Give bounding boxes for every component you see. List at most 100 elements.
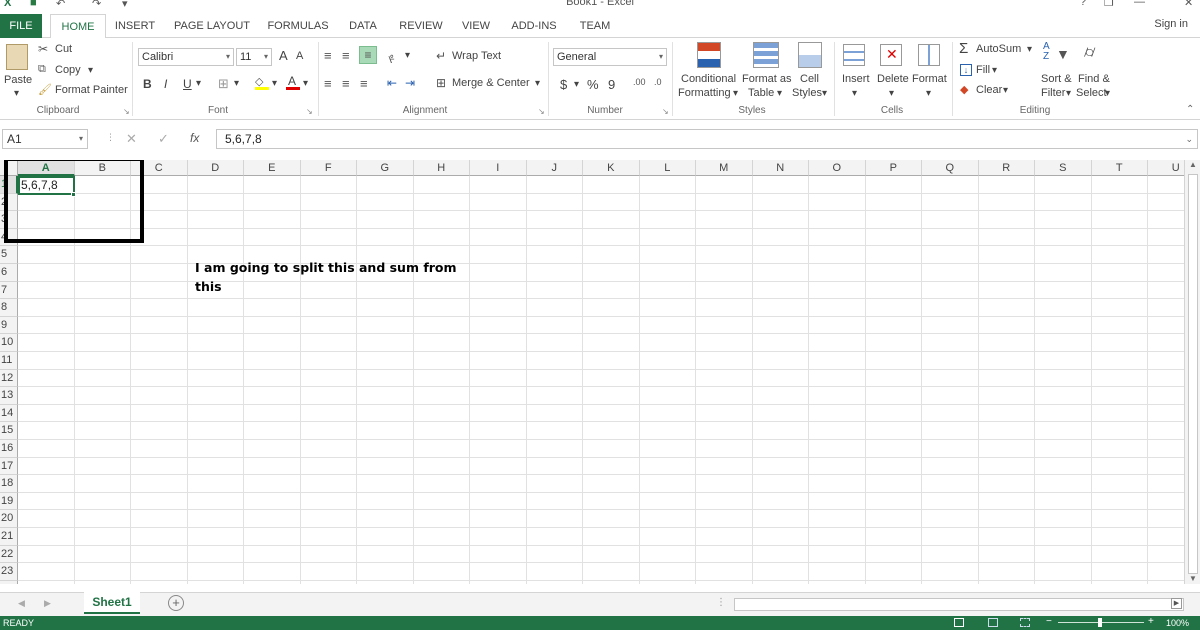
autosum-button[interactable]: AutoSum [976,43,1021,55]
copy-button[interactable]: Copy [55,64,81,76]
currency-button[interactable]: $ [560,77,567,92]
currency-dropdown-icon[interactable]: ▾ [574,79,579,90]
merge-center-button[interactable]: Merge & Center [452,77,530,89]
font-color-dropdown-icon[interactable]: ▾ [303,78,308,89]
font-launcher-icon[interactable]: ↘ [306,107,313,116]
column-header-f[interactable]: F [300,160,357,176]
column-header-t[interactable]: T [1091,160,1148,176]
column-header-d[interactable]: D [187,160,244,176]
font-color-icon[interactable]: A [286,74,300,90]
expand-formula-bar-icon[interactable]: ⌄ [1185,130,1193,148]
borders-dropdown-icon[interactable]: ▾ [234,78,239,89]
insert-function-button[interactable]: fx [190,131,199,145]
column-header-g[interactable]: G [357,160,414,176]
tab-team[interactable]: TEAM [572,14,618,38]
page-break-view-icon[interactable] [1020,618,1030,627]
format-table-dropdown-icon[interactable]: ▾ [777,88,782,99]
format-as-table-label[interactable]: Format as [742,73,792,85]
align-left-icon[interactable]: ≡ [324,76,332,91]
scroll-down-icon[interactable]: ▼ [1189,574,1197,583]
ribbon-display-icon[interactable]: ❐ [1104,0,1114,9]
tab-file[interactable]: FILE [0,14,42,38]
orientation-dropdown-icon[interactable]: ▾ [405,50,410,61]
row-header-9[interactable]: 9 [0,316,18,335]
conditional-formatting-label[interactable]: Conditional [681,73,736,85]
column-header-u[interactable]: U [1148,160,1184,176]
shrink-font-button[interactable]: A [296,50,303,62]
row-header-18[interactable]: 18 [0,475,18,493]
decrease-indent-icon[interactable]: ⇤ [387,76,397,90]
number-launcher-icon[interactable]: ↘ [662,107,669,116]
conditional-formatting-label-2[interactable]: Formatting [678,87,731,99]
minimize-button[interactable]: — [1134,0,1145,8]
collapse-ribbon-icon[interactable]: ⌃ [1186,104,1194,115]
column-header-h[interactable]: H [413,160,470,176]
zoom-level[interactable]: 100% [1166,618,1189,628]
bold-button[interactable]: B [143,77,152,91]
next-sheet-icon[interactable]: ▶ [44,598,51,609]
column-header-j[interactable]: J [526,160,583,176]
column-header-s[interactable]: S [1035,160,1092,176]
format-painter-button[interactable]: Format Painter [55,84,128,96]
align-middle-icon[interactable]: ≡ [342,48,350,63]
clear-button[interactable]: Clear [976,84,1002,96]
row-header-12[interactable]: 12 [0,369,18,388]
tab-data[interactable]: DATA [340,14,386,38]
paste-dropdown-icon[interactable]: ▾ [14,88,19,99]
insert-cells-button[interactable]: Insert [842,73,870,85]
number-format-dropdown[interactable]: General ▾ [553,48,667,66]
format-dropdown-icon[interactable]: ▾ [926,88,931,99]
row-header-5[interactable]: 5 [0,246,18,264]
orientation-icon[interactable]: ᢞ [388,47,395,68]
conditional-dropdown-icon[interactable]: ▾ [733,88,738,99]
horizontal-scrollbar[interactable] [734,598,1184,611]
tab-insert[interactable]: INSERT [108,14,162,38]
row-header-16[interactable]: 16 [0,440,18,458]
new-sheet-button[interactable]: + [168,595,184,611]
font-size-dropdown[interactable]: 11 ▾ [236,48,272,66]
decrease-decimal-icon[interactable]: .0 [654,77,662,87]
help-button[interactable]: ? [1080,0,1086,8]
row-header-23[interactable]: 23 [0,563,18,581]
page-layout-view-icon[interactable] [988,618,998,627]
tab-page-layout[interactable]: PAGE LAYOUT [168,14,256,38]
row-header-20[interactable]: 20 [0,510,18,528]
row-header-7[interactable]: 7 [0,281,18,300]
autosum-dropdown-icon[interactable]: ▾ [1027,44,1032,55]
tab-split-handle[interactable]: ⋮ [716,597,726,608]
scroll-right-icon[interactable]: ▶ [1171,598,1182,609]
zoom-in-icon[interactable]: + [1148,616,1154,627]
prev-sheet-icon[interactable]: ◀ [18,598,25,609]
column-header-n[interactable]: N [752,160,809,176]
sort-filter-label[interactable]: Sort & [1041,73,1072,85]
increase-indent-icon[interactable]: ⇥ [405,76,415,90]
fill-color-icon[interactable]: ◇ [255,75,269,90]
clipboard-launcher-icon[interactable]: ↘ [123,107,130,116]
row-header-15[interactable]: 15 [0,422,18,440]
vertical-scrollbar[interactable]: ▲ ▼ [1184,160,1200,584]
scroll-up-icon[interactable]: ▲ [1189,160,1197,169]
column-header-m[interactable]: M [696,160,753,176]
cell-styles-label[interactable]: Cell [800,73,819,85]
row-header-19[interactable]: 19 [0,492,18,511]
confirm-entry-icon[interactable]: ✓ [158,131,169,147]
align-bottom-icon[interactable]: ≡ [359,46,377,64]
align-right-icon[interactable]: ≡ [360,76,368,91]
grow-font-button[interactable]: A [279,48,288,63]
sheet-tab-sheet1[interactable]: Sheet1 [84,592,140,614]
row-header-24[interactable]: 24 [0,580,18,584]
column-header-p[interactable]: P [865,160,922,176]
font-name-dropdown[interactable]: Calibri ▾ [138,48,234,66]
sort-filter-label-2[interactable]: Filter [1041,87,1065,99]
cell-styles-label-2[interactable]: Styles [792,87,822,99]
column-header-r[interactable]: R [978,160,1035,176]
paste-icon[interactable] [6,44,28,70]
row-header-13[interactable]: 13 [0,387,18,405]
fill-color-dropdown-icon[interactable]: ▾ [272,78,277,89]
row-header-10[interactable]: 10 [0,334,18,352]
column-header-k[interactable]: K [583,160,640,176]
cut-button[interactable]: Cut [55,43,72,55]
delete-cells-button[interactable]: Delete [877,73,909,85]
fill-dropdown-icon[interactable]: ▾ [992,65,997,76]
row-header-11[interactable]: 11 [0,352,18,370]
